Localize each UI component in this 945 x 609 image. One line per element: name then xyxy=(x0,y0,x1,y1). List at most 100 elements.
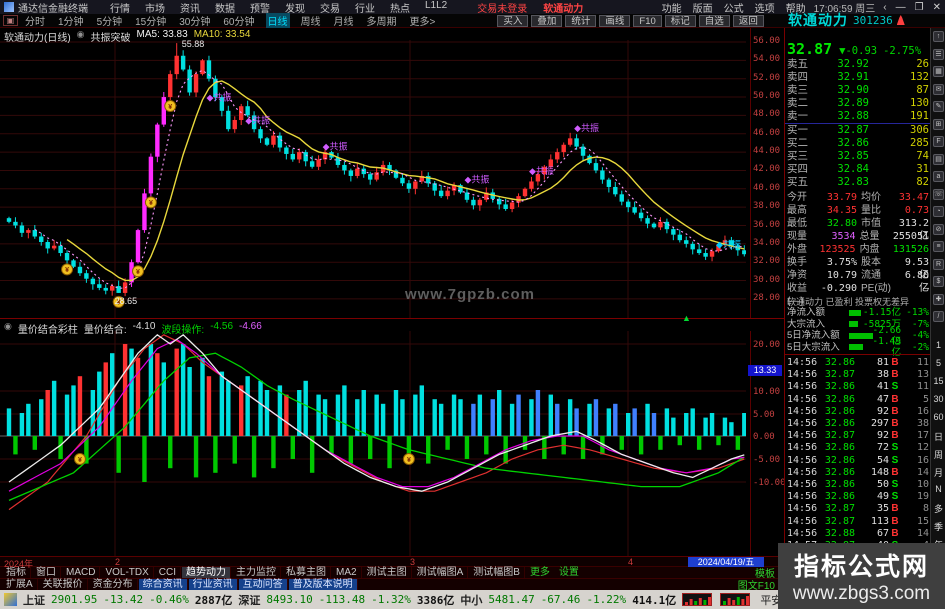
info-tab-扩展A[interactable]: 扩展A xyxy=(2,579,38,590)
tool-icon-14[interactable]: $ xyxy=(933,276,944,287)
close-button[interactable]: ✕ xyxy=(933,2,941,13)
strip-period-N[interactable]: N xyxy=(931,484,945,494)
toolbar-button-画线[interactable]: 画线 xyxy=(599,14,631,27)
candlestick-chart[interactable]: ¥¥¥¥¥◆共振◆共振◆共振◆共振◆共振◆共振◆共振55.8828.65 xyxy=(0,40,746,318)
ask-row[interactable]: 卖四 32.91 132 xyxy=(787,71,929,84)
period-分时[interactable]: 分时 xyxy=(23,13,47,28)
period-30分钟[interactable]: 30分钟 xyxy=(177,13,212,28)
info-tab-行业资讯[interactable]: 行业资讯 xyxy=(188,579,238,590)
menu-item-版面[interactable]: 版面 xyxy=(693,0,713,15)
tool-icon-7[interactable]: ▤ xyxy=(933,153,944,165)
indicator-tab-更多[interactable]: 更多 xyxy=(526,567,554,578)
tool-icon-8[interactable]: a xyxy=(933,171,944,182)
index-label[interactable]: 中小 xyxy=(460,592,482,608)
tick-row[interactable]: 14:56 32.86 41 S 11 xyxy=(787,381,929,393)
period-多周期[interactable]: 多周期 xyxy=(365,13,399,28)
period-60分钟[interactable]: 60分钟 xyxy=(221,13,256,28)
tick-row[interactable]: 14:56 32.86 297 B 38 xyxy=(787,418,929,430)
status-logo-icon[interactable] xyxy=(4,593,17,606)
toolbar-button-叠加[interactable]: 叠加 xyxy=(531,14,563,27)
period-日线[interactable]: 日线 xyxy=(265,13,290,28)
tick-row[interactable]: 14:56 32.86 54 S 16 xyxy=(787,455,929,467)
index-label[interactable]: 上证 xyxy=(23,592,45,608)
ask-row[interactable]: 卖二 32.89 130 xyxy=(787,97,929,110)
strip-period-月[interactable]: 月 xyxy=(931,466,945,479)
trade-login-status[interactable]: 交易未登录 xyxy=(477,0,527,15)
tick-row[interactable]: 14:56 32.86 148 B 14 xyxy=(787,467,929,479)
strip-period-多[interactable]: 多 xyxy=(931,502,945,515)
indicator-tab-测试幅图A[interactable]: 测试幅图A xyxy=(413,567,469,578)
tool-icon-1[interactable]: ☰ xyxy=(933,48,944,60)
indicator-tab-MACD[interactable]: MACD xyxy=(62,567,101,578)
toolbar-button-返回[interactable]: 返回 xyxy=(732,14,764,27)
toolbar-button-标记[interactable]: 标记 xyxy=(664,14,696,27)
tool-icon-11[interactable]: ⊘ xyxy=(933,223,944,235)
ask-row[interactable]: 卖五 32.92 26 xyxy=(787,58,929,71)
bid-row[interactable]: 买四 32.84 31 xyxy=(787,163,929,176)
tick-row[interactable]: 14:56 32.86 47 B 5 xyxy=(787,394,929,406)
strip-period-1[interactable]: 1 xyxy=(931,340,945,350)
minimize-button[interactable]: — xyxy=(896,2,906,13)
toolbar-button-F10[interactable]: F10 xyxy=(633,14,662,27)
info-tab-关联报价[interactable]: 关联报价 xyxy=(39,579,88,590)
tick-row[interactable]: 14:56 32.86 50 S 10 xyxy=(787,479,929,491)
tool-icon-3[interactable]: ✉ xyxy=(933,83,944,95)
tick-row[interactable]: 14:56 32.87 38 B 13 xyxy=(787,369,929,381)
info-tab-综合资讯[interactable]: 综合资讯 xyxy=(138,579,188,590)
bid-row[interactable]: 买五 32.83 82 xyxy=(787,176,929,189)
minibar-chart-0[interactable] xyxy=(682,593,713,606)
quick-stock-label[interactable]: 软通动力 xyxy=(543,0,583,15)
period-月线[interactable]: 月线 xyxy=(332,13,356,28)
period-更多>[interactable]: 更多> xyxy=(408,13,438,28)
strip-period-30[interactable]: 30 xyxy=(931,394,945,404)
tick-row[interactable]: 14:56 32.88 67 B 14 xyxy=(787,528,929,540)
strip-period-15[interactable]: 15 xyxy=(931,376,945,386)
tick-row[interactable]: 14:56 32.87 113 B 15 xyxy=(787,516,929,528)
bid-row[interactable]: 买二 32.86 285 xyxy=(787,137,929,150)
tool-icon-10[interactable]: ◔ xyxy=(933,206,944,217)
index-label[interactable]: 深证 xyxy=(238,592,260,608)
period-1分钟[interactable]: 1分钟 xyxy=(56,13,86,28)
info-tab-普及版本说明[interactable]: 普及版本说明 xyxy=(288,579,358,590)
tick-row[interactable]: 14:56 32.86 92 B 16 xyxy=(787,406,929,418)
tool-icon-5[interactable]: ⊞ xyxy=(933,118,944,130)
menu-item-公式[interactable]: 公式 xyxy=(724,0,744,15)
panel-divider[interactable] xyxy=(0,318,784,319)
tool-icon-16[interactable]: / xyxy=(933,311,944,322)
ask-row[interactable]: 卖一 32.88 191 xyxy=(787,110,929,123)
tool-icon-9[interactable]: ☏ xyxy=(933,188,944,200)
tool-icon-0[interactable]: ↑ xyxy=(933,31,944,42)
tick-row[interactable]: 14:56 32.86 81 B 11 xyxy=(787,357,929,369)
toolbar-button-自选[interactable]: 自选 xyxy=(698,14,730,27)
strip-period-60[interactable]: 60 xyxy=(931,412,945,422)
indicator-tab-私募主图[interactable]: 私募主图 xyxy=(282,567,332,578)
toolbar-button-统计[interactable]: 统计 xyxy=(565,14,597,27)
tick-row[interactable]: 14:56 32.87 92 B 17 xyxy=(787,430,929,442)
bid-row[interactable]: 买一 32.87 306 xyxy=(787,124,929,137)
period-周线[interactable]: 周线 xyxy=(299,13,323,28)
strip-period-日[interactable]: 日 xyxy=(931,430,945,443)
minibar-chart-1[interactable] xyxy=(720,593,751,606)
tool-icon-4[interactable]: ✎ xyxy=(933,101,944,112)
indicator-tab-测试幅图B[interactable]: 测试幅图B xyxy=(469,567,525,578)
back-button[interactable]: ‹ xyxy=(883,2,886,13)
strip-period-5[interactable]: 5 xyxy=(931,358,945,368)
indicator-tab-VOL-TDX[interactable]: VOL-TDX xyxy=(101,567,154,578)
indicator-tab-主力监控[interactable]: 主力监控 xyxy=(232,567,282,578)
indicator-chart[interactable]: ¥ ¥ xyxy=(0,331,746,556)
bid-row[interactable]: 买三 32.85 74 xyxy=(787,150,929,163)
info-tab-互动问答[interactable]: 互动问答 xyxy=(238,579,288,590)
indicator-tab-测试主图[interactable]: 测试主图 xyxy=(363,567,412,578)
indicator-tab-CCI[interactable]: CCI xyxy=(155,567,182,578)
indicator-tab-趋势动力[interactable]: 趋势动力 xyxy=(182,567,232,578)
toolbar-button-买入[interactable]: 买入 xyxy=(497,14,529,27)
ask-row[interactable]: 卖三 32.90 87 xyxy=(787,84,929,97)
menu-item-功能[interactable]: 功能 xyxy=(662,0,682,15)
strip-period-季[interactable]: 季 xyxy=(931,520,945,533)
info-tab-资金分布[interactable]: 资金分布 xyxy=(89,579,138,590)
indicator-tab-MA2[interactable]: MA2 xyxy=(332,567,362,578)
expand-triangle-icon[interactable]: ▲ xyxy=(682,313,691,323)
restore-button[interactable]: ❐ xyxy=(915,2,924,13)
tool-icon-13[interactable]: R xyxy=(933,258,944,270)
tool-icon-2[interactable]: ▦ xyxy=(933,66,944,77)
